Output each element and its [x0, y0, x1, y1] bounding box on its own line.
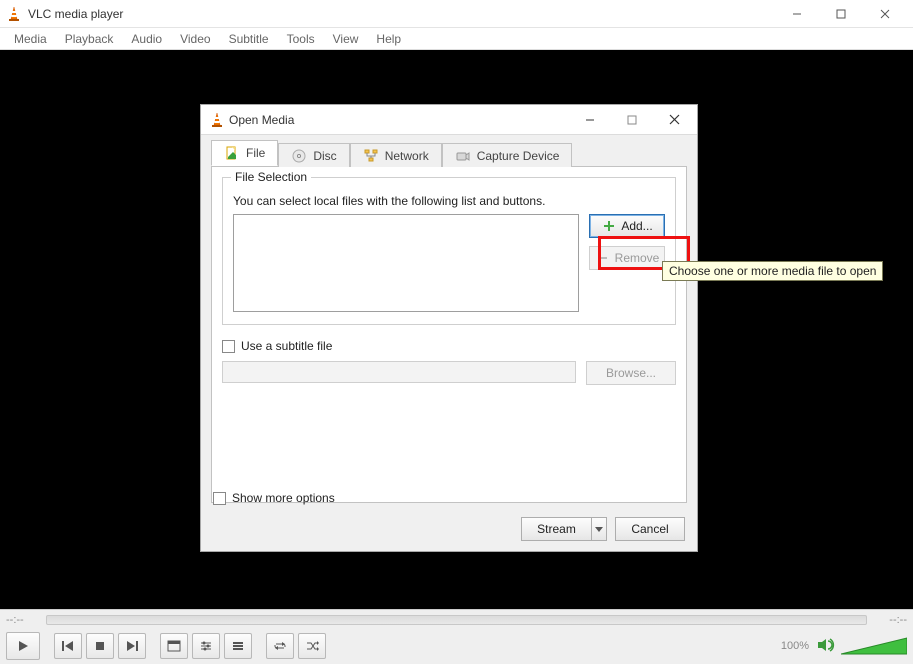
menubar: Media Playback Audio Video Subtitle Tool… — [0, 28, 913, 50]
browse-subtitle-button: Browse... — [586, 361, 676, 385]
volume-icon[interactable] — [817, 637, 835, 656]
tabstrip: File Disc Network Capture Device — [211, 141, 687, 167]
use-subtitle-checkbox[interactable] — [222, 340, 235, 353]
show-more-checkbox[interactable] — [213, 492, 226, 505]
tab-disc[interactable]: Disc — [278, 143, 349, 167]
dialog-buttons: Stream Cancel — [521, 517, 685, 541]
capture-icon — [455, 148, 471, 164]
file-list[interactable] — [233, 214, 579, 312]
tab-network-label: Network — [385, 149, 429, 163]
menu-video[interactable]: Video — [172, 30, 218, 48]
file-selection-legend: File Selection — [231, 170, 311, 184]
tab-file[interactable]: File — [211, 140, 278, 166]
menu-playback[interactable]: Playback — [57, 30, 122, 48]
stream-dropdown-button[interactable] — [591, 517, 607, 541]
add-button-tooltip: Choose one or more media file to open — [662, 261, 883, 281]
dialog-titlebar[interactable]: Open Media — [201, 105, 697, 135]
shuffle-button[interactable] — [298, 633, 326, 659]
fullscreen-button[interactable] — [160, 633, 188, 659]
dialog-title: Open Media — [229, 113, 569, 127]
tab-panel-file: File Selection You can select local file… — [211, 167, 687, 503]
previous-button[interactable] — [54, 633, 82, 659]
tab-capture-label: Capture Device — [477, 149, 560, 163]
open-media-dialog: Open Media File Disc Networ — [200, 104, 698, 552]
chevron-down-icon — [595, 522, 603, 536]
maximize-button[interactable] — [819, 0, 863, 28]
tab-file-label: File — [246, 146, 265, 160]
bottom-bar: --:-- --:-- — [0, 609, 913, 664]
menu-subtitle[interactable]: Subtitle — [221, 30, 277, 48]
subtitle-path-input — [222, 361, 576, 383]
window-controls — [775, 0, 907, 28]
minus-icon — [595, 250, 611, 266]
tab-network[interactable]: Network — [350, 143, 442, 167]
stop-button[interactable] — [86, 633, 114, 659]
close-button[interactable] — [863, 0, 907, 28]
show-more-label: Show more options — [232, 491, 335, 505]
dialog-minimize-button[interactable] — [569, 106, 611, 134]
extended-settings-button[interactable] — [192, 633, 220, 659]
menu-audio[interactable]: Audio — [123, 30, 170, 48]
dialog-maximize-button[interactable] — [611, 106, 653, 134]
stream-button[interactable]: Stream — [521, 517, 591, 541]
disc-icon — [291, 148, 307, 164]
tab-capture[interactable]: Capture Device — [442, 143, 573, 167]
dialog-close-button[interactable] — [653, 106, 695, 134]
volume-percent: 100% — [781, 640, 809, 652]
next-button[interactable] — [118, 633, 146, 659]
menu-help[interactable]: Help — [368, 30, 409, 48]
tab-disc-label: Disc — [313, 149, 336, 163]
minimize-button[interactable] — [775, 0, 819, 28]
volume-slider[interactable] — [841, 636, 907, 656]
vlc-cone-icon — [6, 6, 22, 22]
seek-slider[interactable] — [46, 615, 867, 625]
main-titlebar: VLC media player — [0, 0, 913, 28]
time-remaining: --:-- — [873, 614, 907, 626]
browse-button-label: Browse... — [606, 366, 656, 380]
loop-button[interactable] — [266, 633, 294, 659]
remove-button: Remove — [589, 246, 665, 270]
add-button[interactable]: Add... — [589, 214, 665, 238]
menu-tools[interactable]: Tools — [279, 30, 323, 48]
app-title: VLC media player — [28, 7, 775, 21]
add-button-label: Add... — [621, 219, 652, 233]
time-elapsed: --:-- — [6, 614, 40, 626]
menu-view[interactable]: View — [325, 30, 367, 48]
file-icon — [224, 145, 240, 161]
cancel-button-label: Cancel — [631, 522, 668, 536]
playlist-button[interactable] — [224, 633, 252, 659]
file-selection-help: You can select local files with the foll… — [233, 194, 665, 208]
menu-media[interactable]: Media — [6, 30, 55, 48]
use-subtitle-label: Use a subtitle file — [241, 339, 332, 353]
file-selection-fieldset: File Selection You can select local file… — [222, 177, 676, 325]
vlc-cone-icon — [209, 112, 225, 128]
cancel-button[interactable]: Cancel — [615, 517, 685, 541]
remove-button-label: Remove — [615, 251, 660, 265]
play-button[interactable] — [6, 632, 40, 660]
plus-icon — [601, 218, 617, 234]
stream-button-label: Stream — [537, 522, 576, 536]
network-icon — [363, 148, 379, 164]
